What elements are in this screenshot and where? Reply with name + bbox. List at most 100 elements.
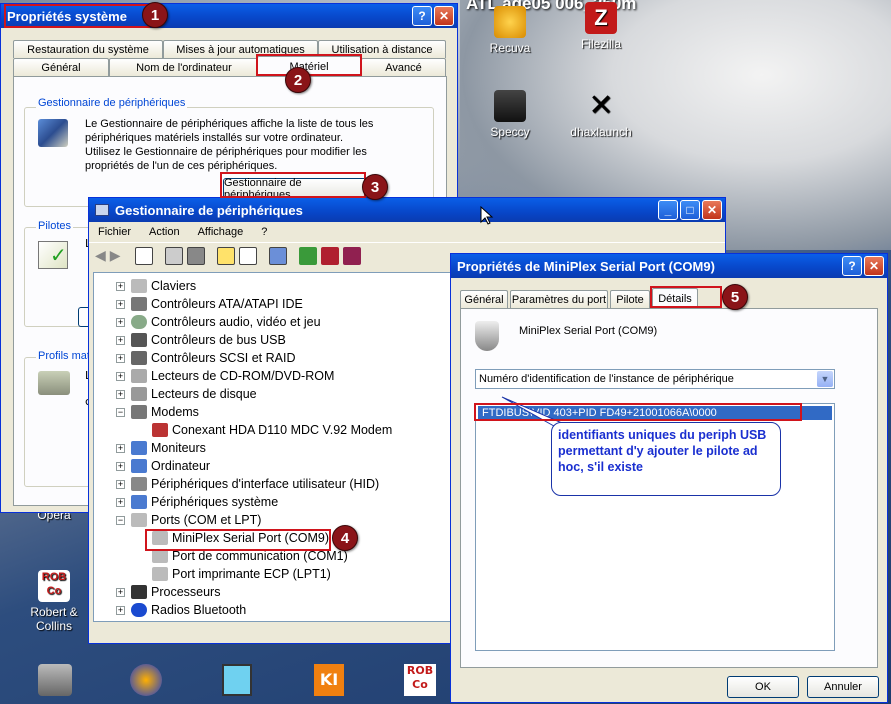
tab-parametres-port[interactable]: Paramètres du port — [510, 290, 608, 308]
tree-item-modems[interactable]: − Modems — [116, 403, 199, 421]
collapse-icon[interactable]: − — [116, 515, 125, 525]
tree-item-audio-video[interactable]: + Contrôleurs audio, vidéo et jeu — [116, 313, 321, 331]
printer-port-icon — [152, 567, 168, 581]
view-icon[interactable] — [238, 246, 257, 265]
cancel-button[interactable]: Annuler — [807, 676, 879, 698]
usb-icon — [131, 333, 147, 347]
desktop-icon-filezilla[interactable]: Z Filezilla — [561, 2, 641, 51]
highlight-device-manager-button — [220, 172, 366, 198]
expander-icon[interactable]: + — [116, 389, 125, 399]
update-driver-icon[interactable] — [298, 246, 317, 265]
cdrom-icon — [131, 369, 147, 383]
expander-icon[interactable]: + — [116, 299, 125, 309]
expander-icon[interactable]: + — [116, 605, 125, 615]
audio-controller-icon — [131, 315, 147, 329]
collapse-icon[interactable]: − — [116, 407, 125, 417]
desktop-icon-recuva[interactable]: Recuva — [470, 6, 550, 55]
help-button[interactable]: ? — [842, 256, 862, 276]
tab-general[interactable]: Général — [13, 58, 109, 76]
help-icon[interactable] — [216, 246, 235, 265]
properties-icon[interactable] — [164, 246, 183, 265]
device-manager-description: Le Gestionnaire de périphériques affiche… — [85, 118, 374, 172]
tree-item-claviers[interactable]: + Claviers — [116, 277, 196, 295]
miniplex-properties-titlebar[interactable]: Propriétés de MiniPlex Serial Port (COM9… — [451, 254, 887, 278]
tree-item-processeurs[interactable]: + Processeurs — [116, 583, 220, 601]
menu-action[interactable]: Action — [140, 226, 189, 238]
tree-item-cdrom[interactable]: + Lecteurs de CD-ROM/DVD-ROM — [116, 367, 334, 385]
tree-item-ata-ide[interactable]: + Contrôleurs ATA/ATAPI IDE — [116, 295, 303, 313]
bottom-icon-audio[interactable] — [130, 664, 162, 696]
back-icon[interactable]: ◀ — [95, 248, 106, 264]
expander-icon[interactable]: + — [116, 479, 125, 489]
tab-avance[interactable]: Avancé — [361, 58, 446, 76]
disable-device-icon[interactable] — [320, 246, 339, 265]
tree-item-usb[interactable]: + Contrôleurs de bus USB — [116, 331, 286, 349]
tab-restauration[interactable]: Restauration du système — [13, 40, 163, 58]
bottom-icon-robert-collins[interactable]: ROB Co — [404, 664, 436, 696]
highlight-value-row — [474, 403, 802, 421]
tree-item-bluetooth[interactable]: + Radios Bluetooth — [116, 601, 246, 619]
expander-icon[interactable]: + — [116, 461, 125, 471]
close-button[interactable]: ✕ — [702, 200, 722, 220]
window-title: Propriétés de MiniPlex Serial Port (COM9… — [457, 258, 715, 274]
serial-port-icon — [475, 321, 499, 351]
desktop-icon-speccy[interactable]: Speccy — [470, 90, 550, 139]
expander-icon[interactable]: + — [116, 353, 125, 363]
expander-icon[interactable]: + — [116, 335, 125, 345]
tab-pilote[interactable]: Pilote — [610, 290, 650, 308]
filezilla-icon: Z — [585, 2, 617, 34]
forward-icon[interactable]: ▶ — [110, 248, 121, 264]
ok-button[interactable]: OK — [727, 676, 799, 698]
step-badge-5: 5 — [722, 284, 748, 310]
expander-icon[interactable]: + — [116, 587, 125, 597]
minimize-button[interactable]: _ — [658, 200, 678, 220]
bottom-icon-scanner[interactable] — [38, 664, 72, 696]
expander-icon[interactable]: + — [116, 281, 125, 291]
x-launcher-icon: ✕ — [588, 89, 614, 122]
help-button[interactable]: ? — [412, 6, 432, 26]
tree-item-hid[interactable]: + Périphériques d'interface utilisateur … — [116, 475, 379, 493]
highlight-miniplex-item — [145, 529, 331, 551]
tree-item-ordinateur[interactable]: + Ordinateur — [116, 457, 210, 475]
tree-item-systeme[interactable]: + Périphériques système — [116, 493, 278, 511]
expander-icon[interactable]: + — [116, 443, 125, 453]
step-badge-1: 1 — [142, 2, 168, 28]
bottom-icon-ki[interactable]: KI — [314, 664, 344, 696]
profiles-icon — [38, 371, 70, 395]
menu-help[interactable]: ? — [252, 226, 276, 238]
menu-fichier[interactable]: Fichier — [89, 226, 140, 238]
expander-icon[interactable]: + — [116, 497, 125, 507]
disk-drive-icon — [131, 387, 147, 401]
scan-hardware-icon[interactable] — [268, 246, 287, 265]
window-title: Gestionnaire de périphériques — [115, 202, 303, 218]
serial-port-icon — [152, 549, 168, 563]
tab-nom-ordinateur[interactable]: Nom de l'ordinateur — [109, 58, 259, 76]
tree-item-scsi-raid[interactable]: + Contrôleurs SCSI et RAID — [116, 349, 296, 367]
maximize-button[interactable]: □ — [680, 200, 700, 220]
property-select[interactable]: Numéro d'identification de l'instance de… — [475, 369, 835, 389]
expander-icon[interactable]: + — [116, 317, 125, 327]
expander-icon[interactable]: + — [116, 371, 125, 381]
close-button[interactable]: ✕ — [434, 6, 454, 26]
tree-item-ports[interactable]: − Ports (COM et LPT) — [116, 511, 261, 529]
print-icon[interactable] — [186, 246, 205, 265]
computer-icon — [131, 459, 147, 473]
bottom-icon-smiley[interactable] — [222, 664, 252, 696]
desktop-icon-robert-collins[interactable]: ROB Co Robert & Collins — [14, 570, 94, 633]
chevron-down-icon[interactable]: ▼ — [817, 371, 833, 387]
robert-collins-icon: ROB Co — [38, 570, 70, 602]
close-button[interactable]: ✕ — [864, 256, 884, 276]
highlight-details-tab — [650, 286, 722, 308]
device-tree: + Claviers + Contrôleurs ATA/ATAPI IDE +… — [93, 272, 459, 622]
tree-item-disques[interactable]: + Lecteurs de disque — [116, 385, 257, 403]
device-manager-group-title: Gestionnaire de périphériques — [36, 97, 188, 109]
show-hide-tree-icon[interactable] — [134, 246, 153, 265]
menu-affichage[interactable]: Affichage — [189, 226, 253, 238]
device-manager-titlebar[interactable]: Gestionnaire de périphériques _ □ ✕ — [89, 198, 725, 222]
tab-general[interactable]: Général — [460, 290, 508, 308]
uninstall-device-icon[interactable] — [342, 246, 361, 265]
desktop-icon-dhaxlaunch[interactable]: ✕ dhaxlaunch — [561, 89, 641, 140]
tree-item-lpt1[interactable]: Port imprimante ECP (LPT1) — [152, 565, 331, 583]
tree-item-moniteurs[interactable]: + Moniteurs — [116, 439, 206, 457]
tree-item-conexant-modem[interactable]: Conexant HDA D110 MDC V.92 Modem — [152, 421, 392, 439]
